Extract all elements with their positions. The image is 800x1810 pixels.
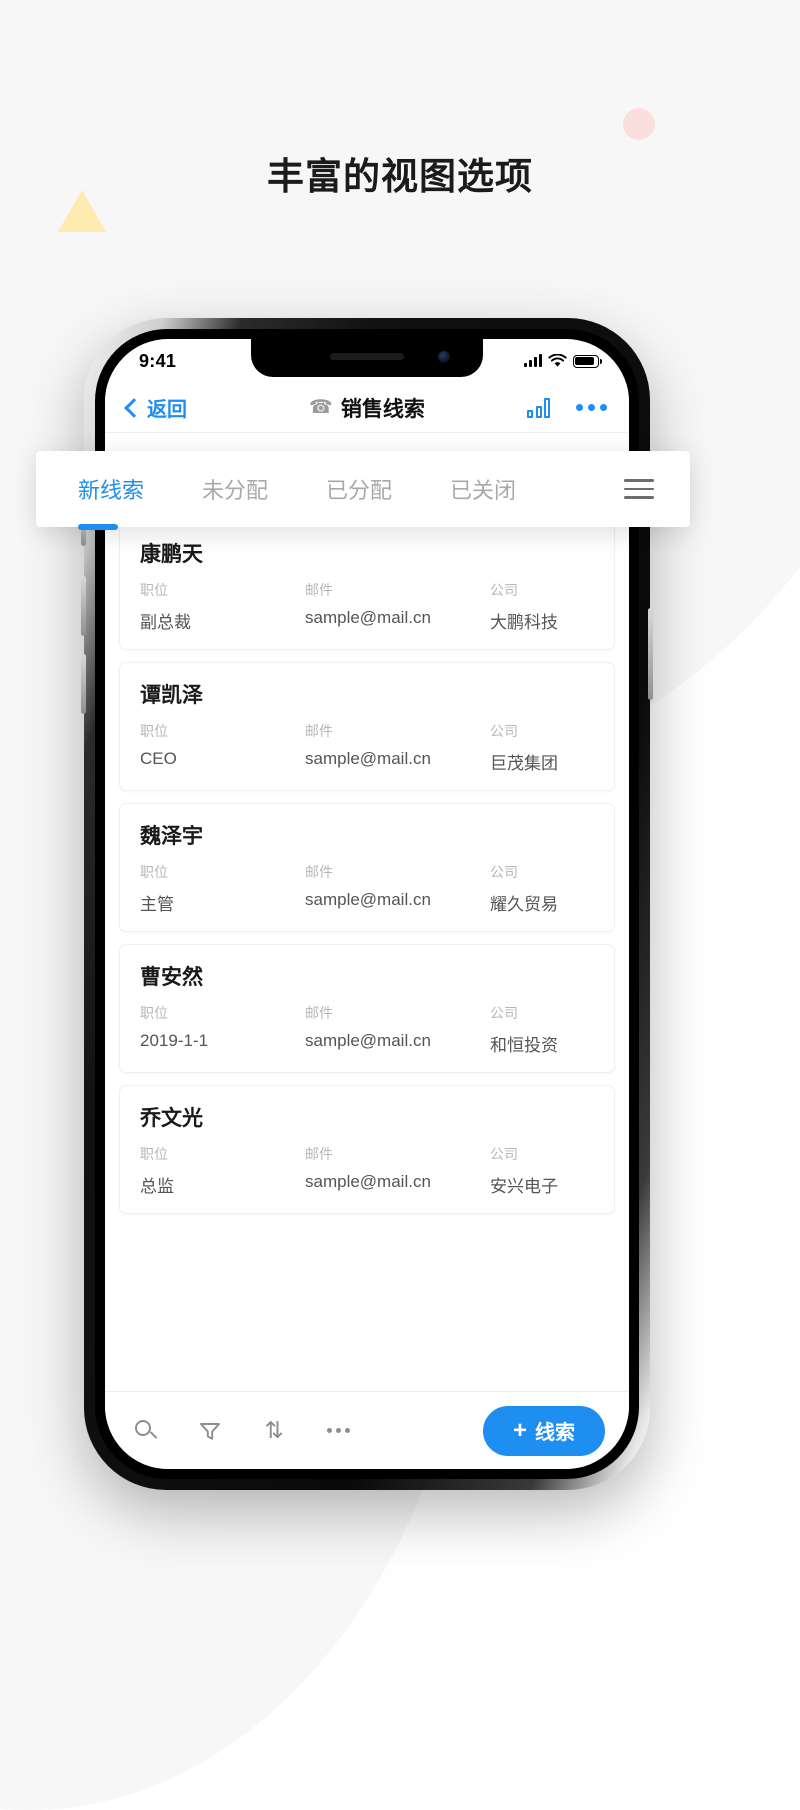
table-row[interactable]: 乔文光 职位 邮件 公司 总监 sample@mail.cn 安兴电子 [119, 1085, 615, 1214]
filter-funnel-icon [200, 1422, 220, 1440]
lead-position: 主管 [140, 895, 174, 914]
phone-volume-down-button [81, 654, 86, 714]
lead-company: 巨茂集团 [490, 754, 558, 773]
add-lead-button-label: 线索 [535, 1422, 575, 1444]
more-horizontal-icon[interactable] [576, 404, 607, 411]
lead-email: sample@mail.cn [305, 1031, 431, 1050]
lead-email: sample@mail.cn [305, 1172, 431, 1191]
plus-icon: + [512, 1416, 527, 1444]
status-bar-indicators [524, 354, 602, 368]
more-button[interactable] [321, 1414, 355, 1448]
status-bar-time: 9:41 [139, 350, 177, 371]
back-button[interactable]: 返回 [124, 393, 187, 422]
lead-email: sample@mail.cn [305, 890, 431, 909]
front-camera-icon [438, 351, 450, 363]
lead-name: 乔文光 [140, 1107, 203, 1130]
column-header-email: 邮件 [305, 582, 333, 598]
column-header-email: 邮件 [305, 1146, 333, 1162]
column-header-company: 公司 [490, 723, 518, 739]
lead-company: 耀久贸易 [490, 895, 558, 914]
phone-notch [251, 339, 483, 377]
bottom-toolbar: ⇅ + 线索 [105, 1391, 629, 1469]
column-header-position: 职位 [140, 723, 168, 739]
tab-closed[interactable]: 已关闭 [450, 473, 574, 505]
back-button-label: 返回 [147, 399, 187, 421]
column-header-position: 职位 [140, 1005, 168, 1021]
filter-button[interactable] [193, 1414, 227, 1448]
search-icon [135, 1419, 157, 1442]
hamburger-menu-icon[interactable] [624, 479, 654, 499]
chevron-left-icon [124, 397, 144, 418]
tab-new-leads[interactable]: 新线索 [78, 473, 202, 530]
search-button[interactable] [129, 1414, 163, 1448]
battery-icon [573, 354, 602, 368]
page-title: 丰富的视图选项 [267, 156, 533, 197]
column-header-company: 公司 [490, 582, 518, 598]
sort-button[interactable]: ⇅ [257, 1414, 291, 1448]
lead-position: 2019-1-1 [140, 1031, 209, 1050]
table-row[interactable]: 魏泽宇 职位 邮件 公司 主管 sample@mail.cn 耀久贸易 [119, 803, 615, 932]
leads-list[interactable]: 康鹏天 职位 邮件 公司 副总裁 sample@mail.cn 大鹏科技 谭凯泽… [105, 433, 629, 1391]
lead-company: 大鹏科技 [490, 613, 558, 632]
lead-position: CEO [140, 749, 177, 768]
table-row[interactable]: 谭凯泽 职位 邮件 公司 CEO sample@mail.cn 巨茂集团 [119, 662, 615, 791]
column-header-position: 职位 [140, 864, 168, 880]
tab-assigned[interactable]: 已分配 [326, 473, 450, 505]
table-row[interactable]: 康鹏天 职位 邮件 公司 副总裁 sample@mail.cn 大鹏科技 [119, 521, 615, 650]
lead-details: 职位 邮件 公司 总监 sample@mail.cn 安兴电子 [140, 1144, 594, 1197]
tab-bar: 新线索 未分配 已分配 已关闭 [36, 451, 690, 530]
phone-icon: ☎ [309, 397, 333, 418]
column-header-company: 公司 [490, 864, 518, 880]
lead-position: 总监 [140, 1177, 174, 1196]
tab-unassigned[interactable]: 未分配 [202, 473, 326, 505]
column-header-email: 邮件 [305, 864, 333, 880]
table-row[interactable]: 曹安然 职位 邮件 公司 2019-1-1 sample@mail.cn 和恒投… [119, 944, 615, 1073]
lead-name: 曹安然 [140, 966, 203, 989]
lead-name: 魏泽宇 [140, 825, 203, 848]
lead-company: 和恒投资 [490, 1036, 558, 1055]
lead-details: 职位 邮件 公司 主管 sample@mail.cn 耀久贸易 [140, 862, 594, 915]
decorative-circle-icon [623, 108, 655, 140]
navigation-title-text: 销售线索 [340, 397, 425, 421]
navigation-actions [527, 397, 607, 418]
lead-position: 副总裁 [140, 613, 191, 632]
navigation-bar: 返回 ☎ 销售线索 [105, 383, 629, 433]
lead-company: 安兴电子 [490, 1177, 558, 1196]
bar-chart-icon[interactable] [527, 397, 550, 418]
column-header-company: 公司 [490, 1146, 518, 1162]
phone-power-button [648, 608, 653, 700]
phone-volume-up-button [81, 576, 86, 636]
add-lead-button[interactable]: + 线索 [482, 1405, 605, 1456]
lead-details: 职位 邮件 公司 2019-1-1 sample@mail.cn 和恒投资 [140, 1003, 594, 1056]
column-header-position: 职位 [140, 582, 168, 598]
lead-name: 康鹏天 [140, 543, 203, 566]
wifi-icon [548, 354, 567, 367]
lead-details: 职位 邮件 公司 副总裁 sample@mail.cn 大鹏科技 [140, 580, 594, 633]
column-header-company: 公司 [490, 1005, 518, 1021]
lead-details: 职位 邮件 公司 CEO sample@mail.cn 巨茂集团 [140, 721, 594, 774]
column-header-position: 职位 [140, 1146, 168, 1162]
sort-arrows-icon: ⇅ [264, 1417, 284, 1443]
cellular-signal-icon [524, 354, 542, 367]
earpiece-speaker [330, 353, 404, 360]
column-header-email: 邮件 [305, 723, 333, 739]
more-horizontal-icon [326, 1428, 350, 1433]
lead-email: sample@mail.cn [305, 608, 431, 627]
column-header-email: 邮件 [305, 1005, 333, 1021]
lead-email: sample@mail.cn [305, 749, 431, 768]
lead-name: 谭凯泽 [140, 684, 203, 707]
